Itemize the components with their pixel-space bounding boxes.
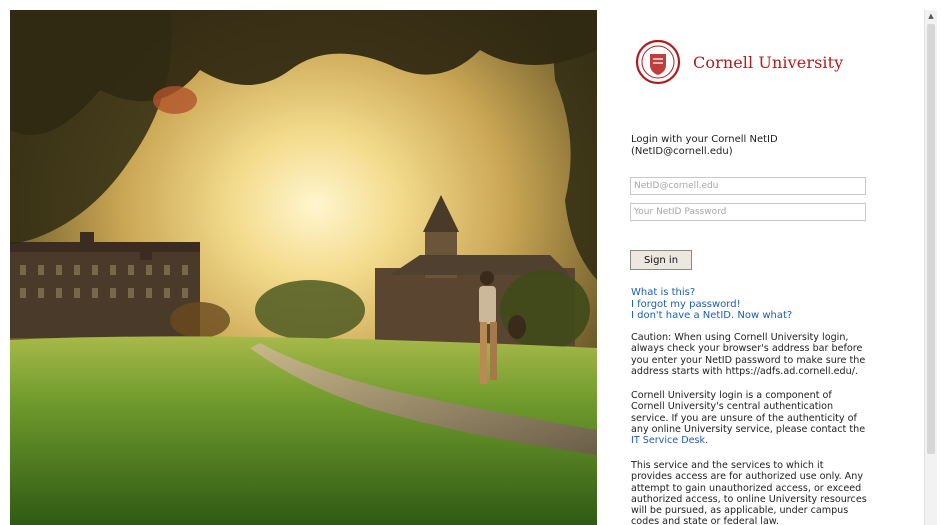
authorized-use-notice: This service and the services to which i… <box>631 460 867 525</box>
login-page: Cornell University Login with your Corne… <box>0 0 942 525</box>
what-is-this-link[interactable]: What is this? <box>631 287 792 299</box>
it-service-desk-link[interactable]: IT Service Desk <box>631 435 705 446</box>
password-input[interactable] <box>630 203 866 221</box>
authentication-notice-text: Cornell University login is a component … <box>631 390 866 435</box>
help-links: What is this? I forgot my password! I do… <box>631 287 792 322</box>
cornell-seal-icon <box>635 39 681 85</box>
login-panel: Cornell University Login with your Corne… <box>597 10 924 525</box>
notice-period: . <box>705 435 709 447</box>
login-prompt: Login with your Cornell NetID (NetID@cor… <box>631 134 778 157</box>
campus-hero-image <box>10 10 597 525</box>
forgot-password-link[interactable]: I forgot my password! <box>631 299 792 311</box>
caution-notice: Caution: When using Cornell University l… <box>631 332 866 377</box>
cornell-logo: Cornell University <box>635 38 843 86</box>
brand-name: Cornell University <box>693 52 844 72</box>
campus-photo <box>10 10 597 525</box>
scrollbar-thumb[interactable] <box>927 24 935 454</box>
vertical-scrollbar[interactable]: ▲ <box>924 10 937 525</box>
no-netid-link[interactable]: I don't have a NetID. Now what? <box>631 310 792 322</box>
netid-input[interactable] <box>630 177 866 195</box>
sign-in-button[interactable]: Sign in <box>630 250 692 270</box>
scroll-up-arrow-icon[interactable]: ▲ <box>925 10 937 22</box>
authentication-notice: Cornell University login is a component … <box>631 390 867 446</box>
